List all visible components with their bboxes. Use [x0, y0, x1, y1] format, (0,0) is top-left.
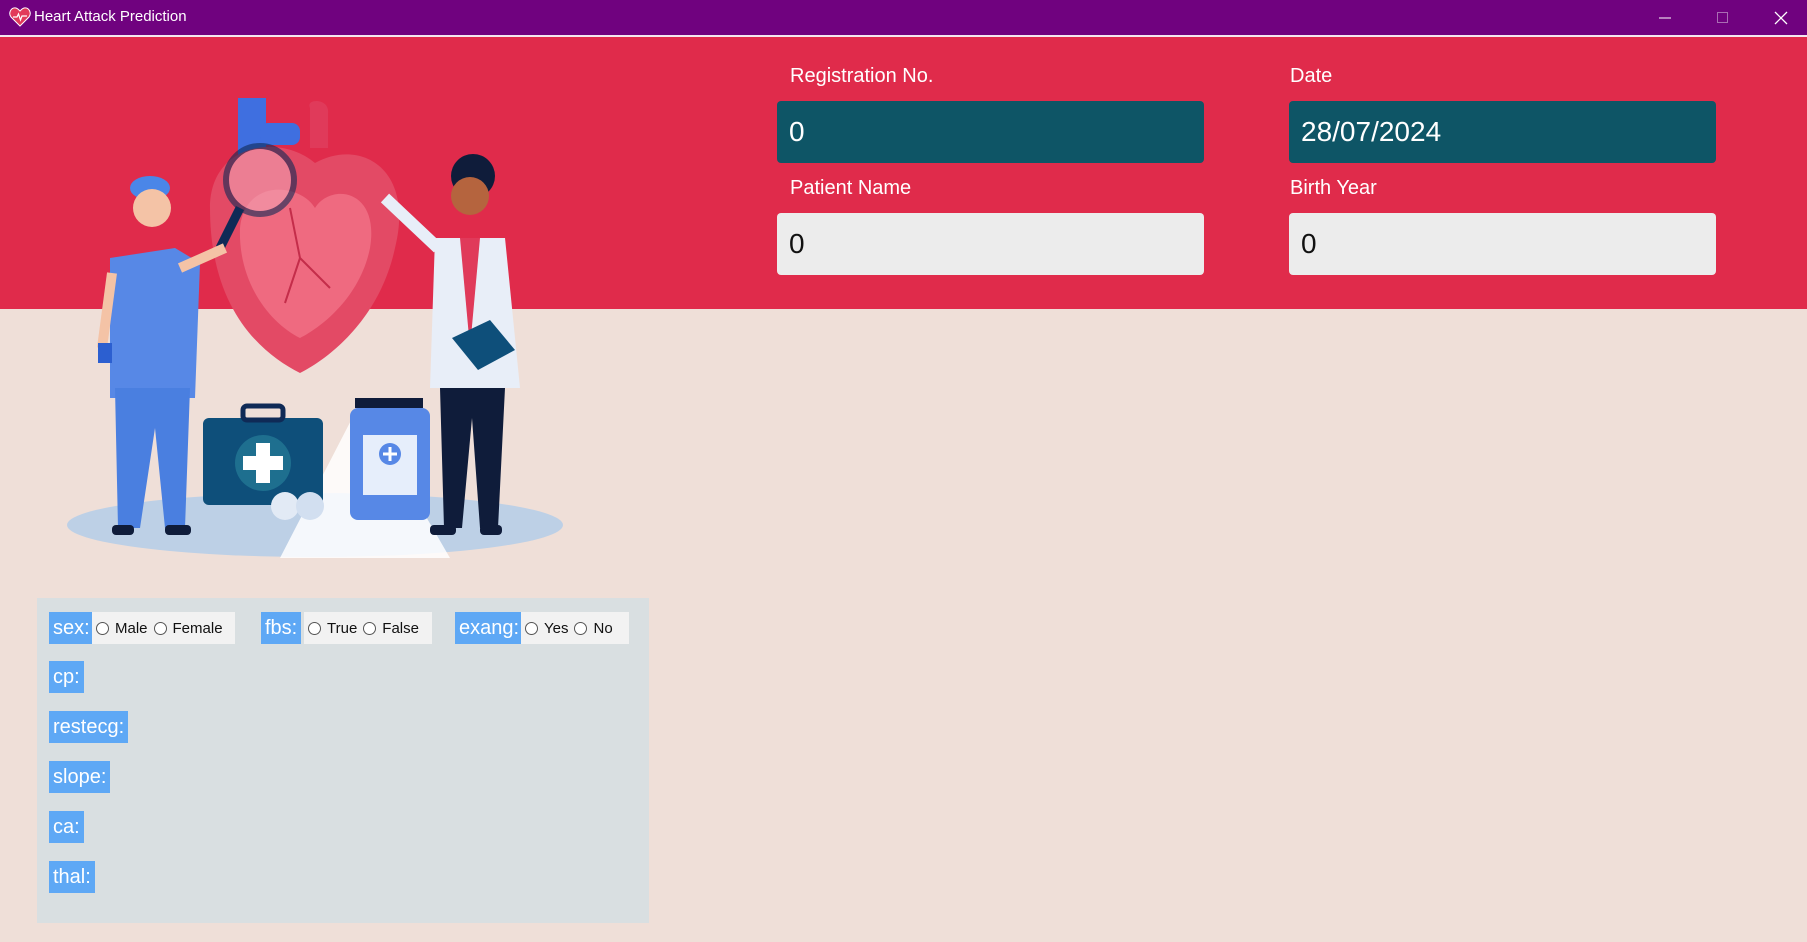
sex-male-label: Male [115, 619, 148, 637]
birth-year-field[interactable]: 0 [1289, 213, 1716, 275]
slope-label: slope: [49, 761, 111, 793]
date-label: Date [1290, 65, 1333, 87]
minimize-button[interactable] [1636, 0, 1694, 35]
radio-circle-icon [525, 621, 538, 635]
radio-circle-icon [363, 621, 377, 635]
doctors-with-heart-illustration [67, 98, 563, 558]
exang-radio-group: Yes No [521, 612, 629, 644]
radio-circle-icon [308, 621, 321, 635]
close-button[interactable] [1752, 0, 1807, 35]
ca-label: ca: [49, 811, 84, 843]
close-icon [1774, 11, 1788, 24]
birth-year-label: Birth Year [1290, 177, 1377, 199]
radio-circle-icon [574, 621, 588, 635]
sex-male-radio[interactable]: Male [96, 620, 148, 637]
exang-label: exang: [455, 612, 524, 644]
radio-circle-icon [153, 621, 167, 635]
heart-app-icon [9, 7, 31, 27]
fbs-radio-group: True False [304, 612, 432, 644]
maximize-icon [1717, 11, 1728, 23]
attributes-panel [37, 598, 649, 923]
exang-yes-label: Yes [544, 619, 569, 637]
exang-no-label: No [593, 619, 613, 637]
window-title: Heart Attack Prediction [34, 8, 187, 25]
minimize-icon [1659, 17, 1671, 18]
maximize-button[interactable] [1694, 0, 1752, 35]
sex-label: sex: [49, 612, 94, 644]
sex-radio-group: Male Female [92, 612, 235, 644]
radio-circle-icon [96, 621, 109, 635]
fbs-true-label: True [327, 619, 358, 637]
medicine-bottle-shape [350, 398, 430, 520]
fbs-label: fbs: [261, 612, 302, 644]
sex-female-label: Female [172, 619, 223, 637]
cp-label: cp: [49, 661, 84, 693]
fbs-true-radio[interactable]: True [308, 620, 357, 637]
heart-shape [210, 98, 400, 373]
registration-label: Registration No. [790, 65, 934, 87]
thal-label: thal: [49, 861, 95, 893]
fbs-false-label: False [382, 619, 419, 637]
patient-name-value: 0 [789, 228, 805, 259]
exang-yes-radio[interactable]: Yes [525, 620, 568, 637]
patient-name-field[interactable]: 0 [777, 213, 1204, 275]
date-field[interactable]: 28/07/2024 [1289, 101, 1716, 163]
medical-case-shape [203, 403, 324, 520]
registration-value: 0 [789, 116, 805, 147]
exang-no-radio[interactable]: No [574, 619, 613, 637]
sex-female-radio[interactable]: Female [153, 619, 223, 637]
date-value: 28/07/2024 [1301, 116, 1442, 147]
patient-name-label: Patient Name [790, 177, 912, 199]
restecg-label: restecg: [49, 711, 129, 743]
title-bar: Heart Attack Prediction [0, 0, 1807, 35]
fbs-false-radio[interactable]: False [363, 620, 419, 637]
birth-year-value: 0 [1301, 228, 1317, 259]
registration-field[interactable]: 0 [777, 101, 1204, 163]
